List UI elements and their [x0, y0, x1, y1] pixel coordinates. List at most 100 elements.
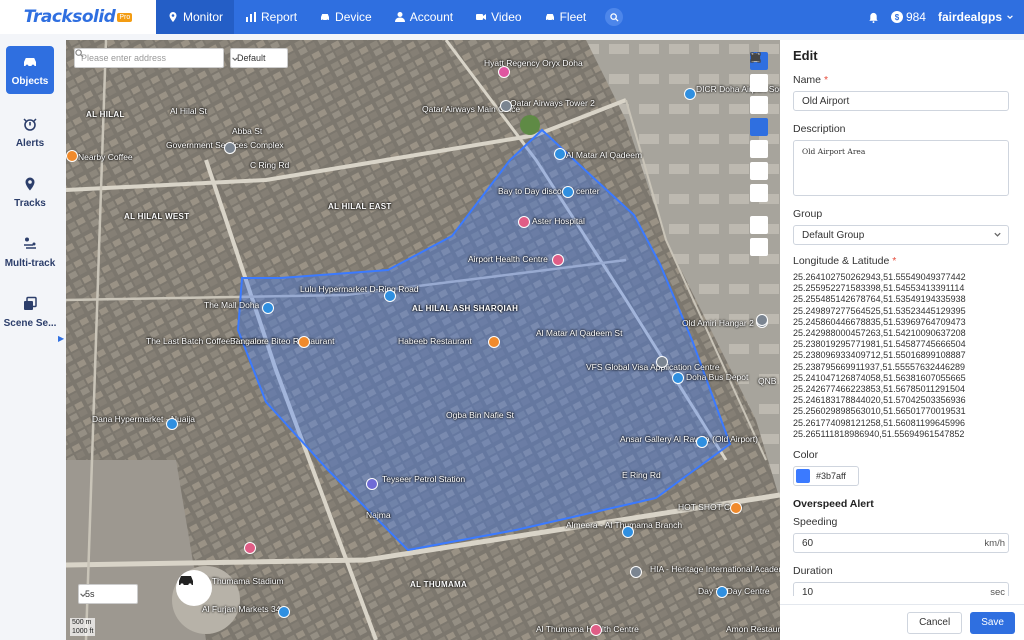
traffic-button[interactable] [750, 53, 768, 158]
brand-logo[interactable]: Tracksolid Pro [0, 0, 156, 34]
required-marker: * [823, 74, 829, 86]
government-marker-icon[interactable] [224, 142, 236, 154]
nav-search-button[interactable] [605, 8, 624, 26]
fuel-marker-icon[interactable] [366, 478, 378, 490]
user-icon [394, 12, 405, 22]
shop-marker-icon[interactable] [278, 606, 290, 618]
nav-device[interactable]: Device [308, 0, 383, 34]
hotel-marker-icon[interactable] [498, 66, 510, 78]
coords-list[interactable]: 25.264102750262943,51.55549049377442 25.2… [793, 272, 1011, 440]
coin-icon: $ [890, 11, 903, 23]
school-marker-icon[interactable] [630, 566, 642, 578]
group-select[interactable]: Default Group [793, 225, 1009, 245]
search-icon[interactable] [75, 49, 84, 58]
shop-marker-icon[interactable] [622, 526, 634, 538]
bus-marker-icon[interactable] [672, 372, 684, 384]
balance[interactable]: $ 984 [890, 10, 926, 24]
map-label: Al Hilal St [170, 106, 207, 116]
street-view-button[interactable] [750, 52, 768, 92]
tool-spacer [750, 206, 768, 212]
shop-marker-icon[interactable] [562, 186, 574, 198]
geofence-button[interactable] [750, 53, 768, 136]
restaurant-marker-icon[interactable] [488, 336, 500, 348]
map-type-value: Default [237, 53, 266, 63]
description-field[interactable]: Old Airport Area [793, 140, 1009, 196]
left-sidebar: Objects Alerts Tracks Multi-track Scene … [0, 34, 64, 640]
sidebar-item-objects[interactable]: Objects [6, 46, 54, 94]
layer-toggle-button[interactable] [750, 53, 768, 114]
nav-video[interactable]: Video [464, 0, 532, 34]
brand-name: Tracksolid [23, 7, 116, 27]
office-marker-icon[interactable] [500, 100, 512, 112]
nav-monitor-label: Monitor [183, 10, 224, 24]
name-field[interactable]: Old Airport [793, 91, 1009, 111]
shop-marker-icon[interactable] [166, 418, 178, 430]
user-menu[interactable]: fairdealgps [938, 10, 1014, 24]
multi-track-icon [24, 237, 36, 249]
zoom-out-button[interactable] [750, 56, 768, 256]
transit-marker-icon[interactable] [554, 148, 566, 160]
map-label: Bay to Day discount center [498, 186, 600, 196]
sidebar-item-scene[interactable]: Scene Se... [0, 282, 60, 342]
map-label: Hyatt Regency Oryx Doha [484, 58, 583, 68]
mall-marker-icon[interactable] [262, 302, 274, 314]
speeding-label: Speeding [793, 516, 838, 529]
cafe-marker-icon[interactable] [66, 150, 78, 162]
coord-row: 25.241047126874058,51.56381607055665 [793, 372, 966, 383]
sidebar-item-multi-track[interactable]: Multi-track [0, 222, 60, 282]
hospital-marker-icon[interactable] [552, 254, 564, 266]
map-label: Nearby Coffee [78, 152, 133, 162]
fullscreen-button[interactable] [750, 52, 768, 202]
shop-marker-icon[interactable] [384, 290, 396, 302]
alert-icon [23, 117, 37, 131]
hangar-marker-icon[interactable] [756, 314, 768, 326]
map-label: Teyseer Petrol Station [382, 474, 466, 484]
panel-title: Edit [793, 48, 818, 63]
restaurant-marker-icon[interactable] [298, 336, 310, 348]
map-label: Najma [366, 510, 391, 520]
sidebar-item-alerts[interactable]: Alerts [0, 102, 60, 162]
bell-icon[interactable] [868, 12, 879, 23]
map-label: Al Matar Al Qadeem St [536, 328, 623, 338]
hospital-marker-icon[interactable] [244, 542, 256, 554]
cafe-marker-icon[interactable] [730, 502, 742, 514]
coord-row: 25.238019295771981,51.54587745666504 [793, 339, 966, 350]
map-view[interactable]: Hyatt Regency Oryx Doha Qatar Airways To… [66, 40, 780, 640]
map-label: HIA - Heritage International Academy [650, 564, 780, 574]
sidebar-multi-track-label: Multi-track [4, 257, 56, 269]
cancel-button[interactable]: Cancel [907, 611, 963, 634]
shop-marker-icon[interactable] [696, 436, 708, 448]
vehicle-marker[interactable] [176, 570, 212, 606]
group-value: Default Group [802, 230, 865, 241]
bar-chart-icon [246, 12, 257, 22]
refresh-interval-select[interactable]: 5s [78, 584, 138, 604]
airport-marker-icon[interactable] [684, 88, 696, 100]
sidebar-collapse-arrow-icon[interactable]: ▶ [58, 334, 64, 343]
nav-fleet[interactable]: Fleet [533, 0, 598, 34]
duration-field[interactable]: 10 sec [793, 582, 1009, 596]
nav-account[interactable]: Account [383, 0, 464, 34]
office-marker-icon[interactable] [656, 356, 668, 368]
nav-monitor[interactable]: Monitor [156, 0, 235, 34]
nav-video-label: Video [491, 10, 522, 24]
car-icon [24, 57, 36, 67]
coord-row: 25.264102750262943,51.55549049377442 [793, 272, 966, 282]
hospital-marker-icon[interactable] [590, 624, 602, 636]
hospital-marker-icon[interactable] [518, 216, 530, 228]
color-picker[interactable]: #3b7aff [793, 466, 859, 487]
address-search-input[interactable]: Please enter address [74, 48, 224, 68]
save-button[interactable]: Save [970, 611, 1015, 634]
shop-marker-icon[interactable] [716, 586, 728, 598]
sidebar-item-tracks[interactable]: Tracks [0, 162, 60, 222]
map-tools [750, 52, 768, 256]
name-label: Name * [793, 74, 1011, 86]
speed-field[interactable]: 60 km/h [793, 533, 1009, 554]
map-type-select[interactable]: Default [230, 48, 288, 68]
map-label: Dana Hypermarket - Nuaija [92, 414, 195, 424]
chevron-down-icon [994, 232, 1001, 237]
sidebar-tracks-label: Tracks [14, 197, 46, 209]
nav-report[interactable]: Report [234, 0, 308, 34]
map-layers-button[interactable] [750, 53, 768, 180]
brand-badge: Pro [117, 12, 133, 22]
zoom-in-button[interactable] [750, 53, 768, 234]
